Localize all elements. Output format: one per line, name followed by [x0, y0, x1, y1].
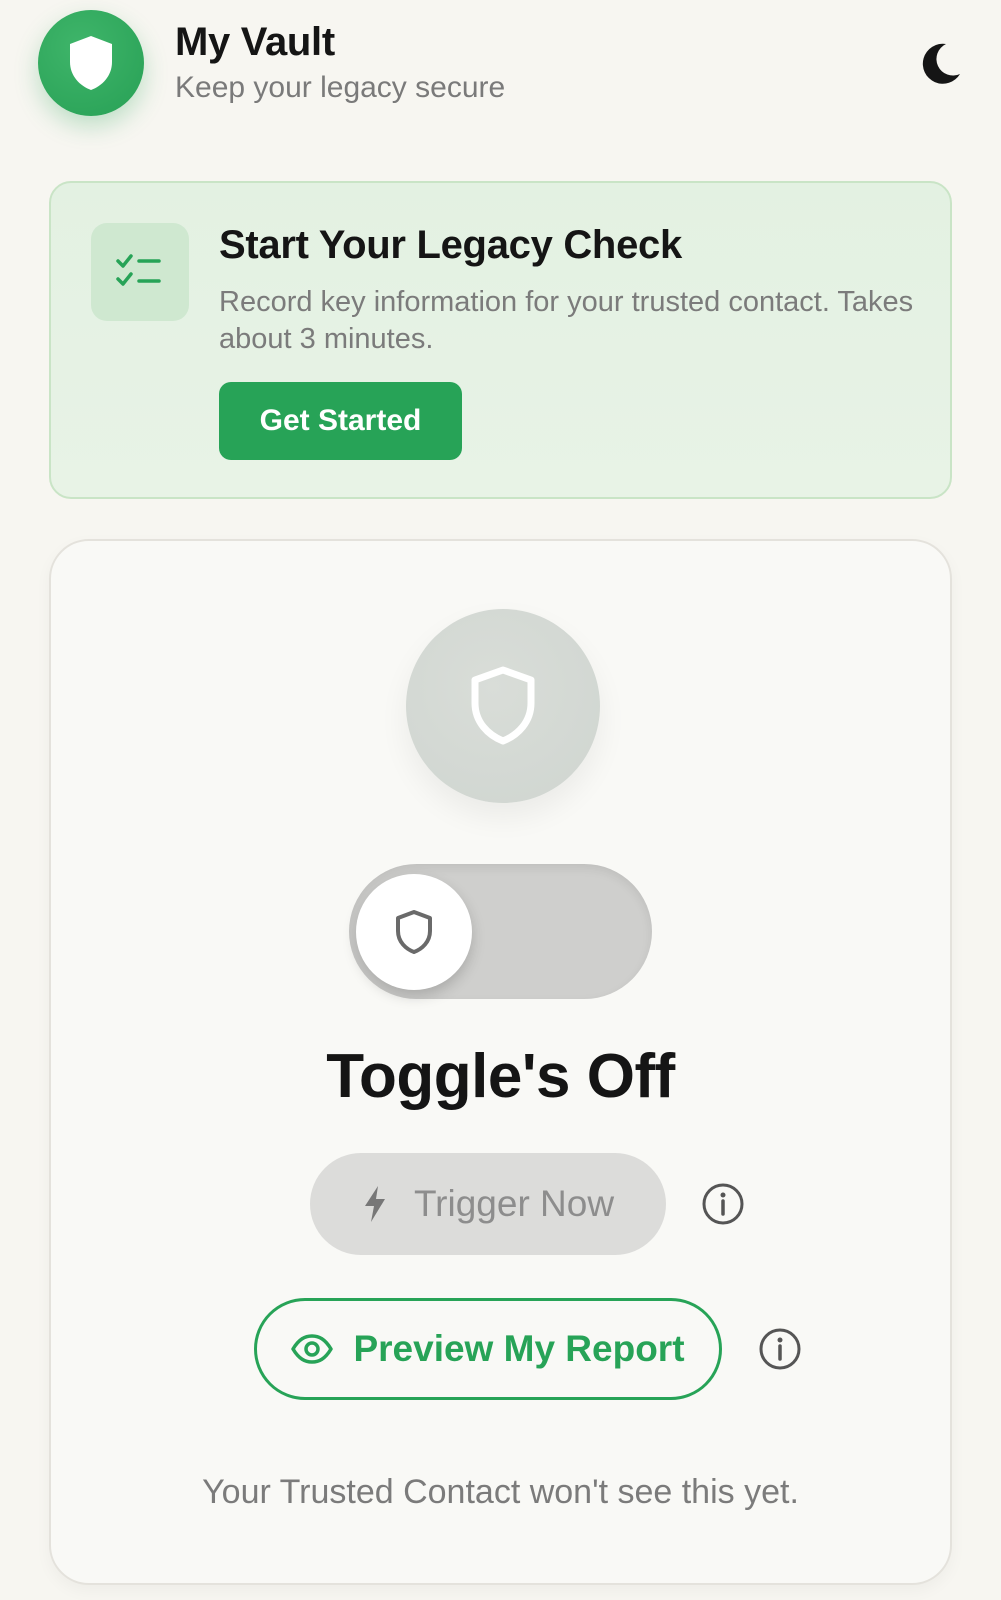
preview-report-label: Preview My Report — [353, 1328, 685, 1369]
shield-icon — [396, 910, 432, 954]
moon-icon — [922, 43, 960, 84]
legacy-check-card: Start Your Legacy Check Record key infor… — [49, 181, 952, 499]
toggle-status-text: Toggle's Off — [326, 1042, 675, 1111]
vault-status-card: Toggle's Off Trigger Now Preview My Repo… — [49, 539, 952, 1585]
status-circle — [406, 609, 600, 803]
trigger-info-icon[interactable] — [701, 1182, 745, 1226]
preview-report-button[interactable]: Preview My Report — [254, 1298, 722, 1400]
vault-screen: My Vault Keep your legacy secure Start Y… — [0, 0, 1001, 1600]
legacy-check-description: Record key information for your trusted … — [219, 286, 914, 355]
vault-toggle-switch[interactable] — [349, 864, 652, 999]
legacy-check-title: Start Your Legacy Check — [219, 223, 682, 267]
trigger-now-label: Trigger Now — [413, 1183, 615, 1224]
checklist-icon-box — [91, 223, 189, 321]
app-subtitle: Keep your legacy secure — [175, 71, 506, 104]
shield-icon — [70, 36, 112, 90]
shield-outline-icon — [471, 666, 535, 745]
app-header: My Vault Keep your legacy secure — [0, 0, 1001, 140]
lightning-icon — [364, 1186, 385, 1222]
theme-toggle-button[interactable] — [912, 36, 968, 92]
toggle-knob[interactable] — [356, 874, 472, 990]
eye-icon — [291, 1334, 334, 1364]
info-icon — [759, 1328, 801, 1370]
checklist-icon — [116, 254, 161, 286]
trigger-now-button[interactable]: Trigger Now — [310, 1153, 666, 1255]
preview-info-icon[interactable] — [758, 1327, 802, 1371]
trusted-contact-note: Your Trusted Contact won't see this yet. — [202, 1473, 799, 1511]
app-title: My Vault — [175, 20, 335, 64]
info-icon — [702, 1183, 744, 1225]
app-logo — [38, 10, 144, 116]
get-started-button[interactable]: Get Started — [219, 382, 462, 460]
